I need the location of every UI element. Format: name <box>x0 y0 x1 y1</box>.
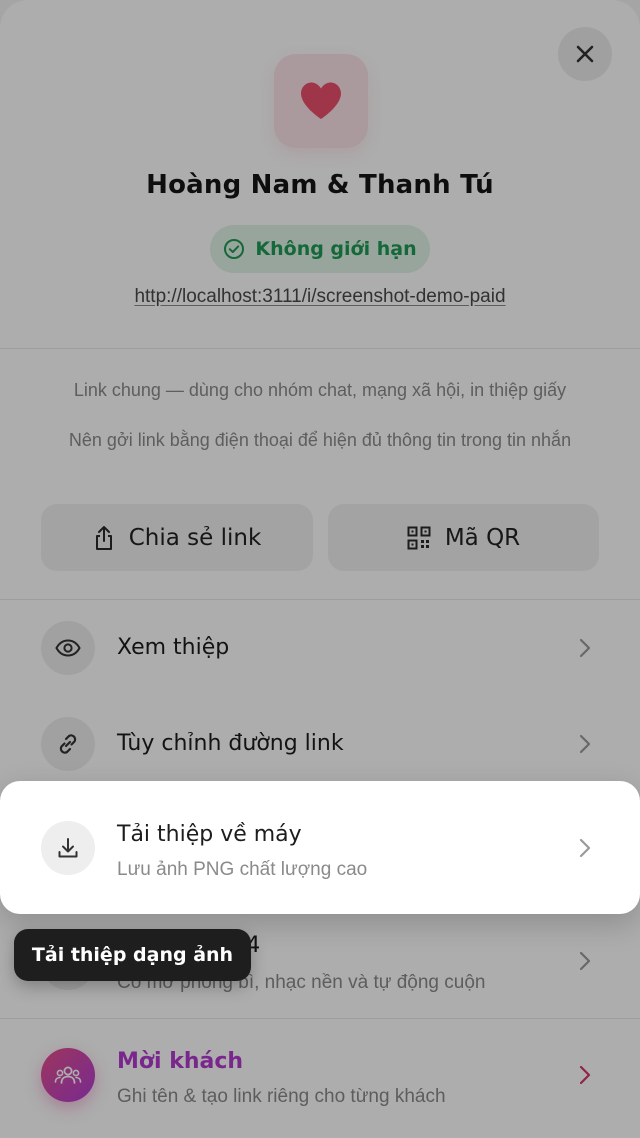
hint-send-by-phone: Nên gởi link bằng điện thoại để hiện đủ … <box>68 430 572 450</box>
guests-icon <box>54 1066 82 1084</box>
divider <box>0 348 640 349</box>
menu-item-title: Tải thiệp về máy <box>117 822 302 847</box>
row-icon-container <box>41 717 95 771</box>
hint-shared-link: Link chung — dùng cho nhóm chat, mạng xã… <box>73 380 567 400</box>
menu-item-title: Xem thiệp <box>117 635 230 660</box>
invitation-url[interactable]: http://localhost:3111/i/screenshot-demo-… <box>0 286 640 308</box>
menu-item-customize-link[interactable]: Tùy chỉnh đường link <box>0 696 640 792</box>
chevron-right-icon <box>579 1065 591 1085</box>
couple-title: Hoàng Nam & Thanh Tú <box>146 170 494 200</box>
qr-code-label: Mã QR <box>444 524 521 551</box>
tooltip-label: Tải thiệp dạng ảnh <box>31 944 234 966</box>
menu-item-view-invitation[interactable]: Xem thiệp <box>0 600 640 696</box>
status-badge: Không giới hạn <box>210 225 430 273</box>
close-button[interactable] <box>558 27 612 81</box>
chevron-right-icon <box>579 638 591 658</box>
close-icon <box>576 45 594 63</box>
heart-icon <box>301 82 341 119</box>
invitation-logo <box>274 54 368 148</box>
qr-code-button[interactable]: Mã QR <box>328 504 599 571</box>
eye-icon <box>55 639 81 657</box>
menu-item-download-image[interactable]: Tải thiệp về máy Lưu ảnh PNG chất lượng … <box>0 781 640 914</box>
link-icon <box>59 734 77 754</box>
chevron-right-icon <box>579 734 591 754</box>
row-icon-container <box>41 1048 95 1102</box>
chevron-right-icon <box>579 838 591 858</box>
menu-item-title: Mời khách <box>117 1049 244 1074</box>
qr-code-icon <box>407 526 431 549</box>
row-icon-container <box>41 621 95 675</box>
share-icon <box>95 525 112 550</box>
coach-tooltip: Tải thiệp dạng ảnh <box>14 929 251 981</box>
menu-item-title: Tùy chỉnh đường link <box>117 731 344 756</box>
download-icon <box>58 838 78 858</box>
row-icon-container <box>41 821 95 875</box>
share-link-button[interactable]: Chia sẻ link <box>41 504 313 571</box>
share-link-label: Chia sẻ link <box>128 524 262 551</box>
menu-item-invite-guests[interactable]: Mời khách Ghi tên & tạo link riêng cho t… <box>0 1019 640 1138</box>
chevron-right-icon <box>579 951 591 971</box>
menu-item-subtitle: Lưu ảnh PNG chất lượng cao <box>117 859 368 880</box>
status-label: Không giới hạn <box>255 238 417 260</box>
menu-item-subtitle: Ghi tên & tạo link riêng cho từng khách <box>117 1086 446 1107</box>
check-circle-icon <box>224 239 245 259</box>
